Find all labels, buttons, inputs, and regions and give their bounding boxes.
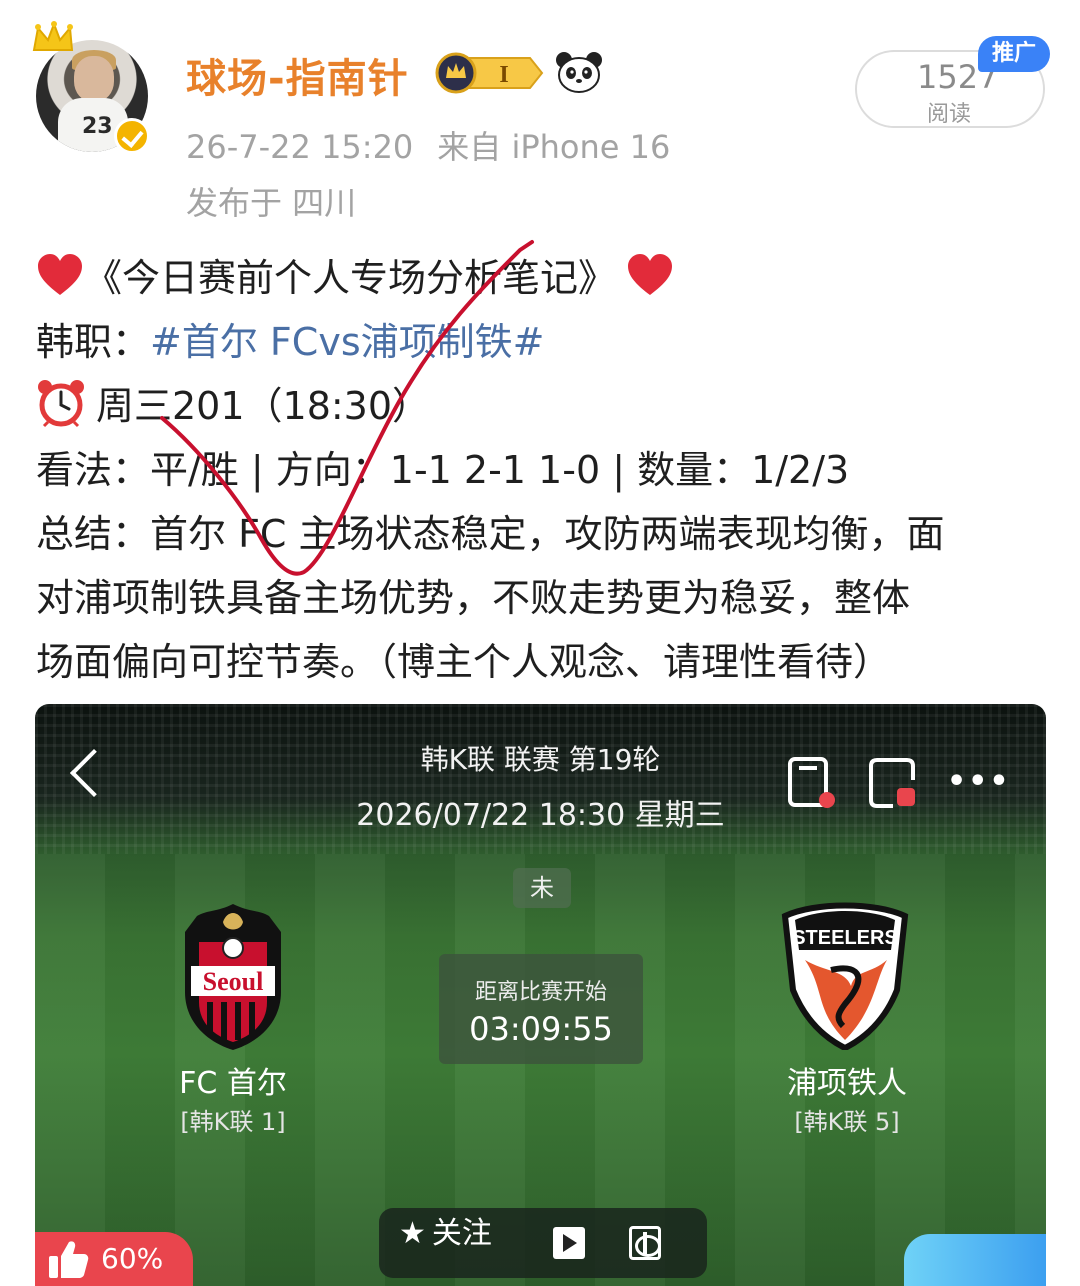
countdown-box: 距离比赛开始 03:09:55 [439, 954, 643, 1064]
promo-tag[interactable]: 推广 [978, 36, 1050, 72]
away-logo-text: STEELERS [792, 927, 898, 949]
post-location: 发布于 四川 [186, 184, 357, 222]
match-time: 周三201（18:30） [96, 384, 431, 428]
level-badge-text: I [499, 62, 508, 88]
summary-line-1: 总结：首尔 FC 主场状态稳定，攻防两端表现均衡，面 [36, 512, 945, 556]
alarm-clock-icon [38, 380, 84, 428]
like-percent: 60% [101, 1242, 164, 1275]
more-icon[interactable]: ••• [947, 764, 1011, 799]
action-chip[interactable] [904, 1234, 1046, 1286]
star-icon: ★ [399, 1216, 426, 1251]
away-team-name[interactable]: 浦项铁人 [737, 1058, 957, 1102]
heart-icon [628, 254, 673, 295]
pohang-steelers-logo: STEELERS [781, 902, 909, 1050]
share-icon[interactable] [629, 1226, 661, 1260]
match-status: 未 [513, 868, 571, 908]
summary-line-3: 场面偏向可控节奏。（博主个人观念、请理性看待） [36, 640, 892, 684]
match-time-line: 周三201（18:30） [36, 374, 1056, 438]
level-badge-icon: I [435, 52, 544, 94]
league-prefix: 韩职： [36, 320, 151, 364]
countdown-label: 距离比赛开始 [474, 980, 607, 1005]
post-body: 《今日赛前个人专场分析笔记》 韩职：#首尔 FCvs浦项制铁# 周三201（18… [36, 246, 1056, 694]
away-team-rank: [韩K联 5] [794, 1108, 900, 1136]
card-action-bar: ★ 关注 [379, 1208, 707, 1278]
phone-icon[interactable] [787, 756, 837, 810]
read-label: 阅读 [927, 102, 972, 127]
panda-icon [556, 52, 602, 93]
league-line: 韩职：#首尔 FCvs浦项制铁# [36, 310, 1056, 374]
home-logo-text: Seoul [203, 967, 264, 996]
summary-line-2: 对浦项制铁具备主场优势，不败走势更为稳妥，整体 [36, 576, 911, 620]
verified-icon [114, 118, 150, 154]
follow-button[interactable]: ★ 关注 [399, 1208, 492, 1278]
username[interactable]: 球场-指南针 [186, 46, 409, 104]
heart-icon [38, 254, 82, 295]
home-team-name[interactable]: FC 首尔 [123, 1058, 343, 1102]
post-title: 《今日赛前个人专场分析笔记》 [84, 256, 617, 300]
post-meta: 26-7-22 15:20 来自 iPhone 16 [186, 122, 670, 168]
match-hashtag[interactable]: #首尔 FCvs浦项制铁# [150, 320, 544, 364]
follow-label: 关注 [431, 1216, 492, 1251]
home-team-rank: [韩K联 1] [180, 1108, 286, 1136]
like-chip[interactable]: 60% [35, 1232, 193, 1286]
fc-seoul-logo: Seoul [185, 904, 281, 1050]
play-icon[interactable] [553, 1227, 585, 1259]
crown-icon [32, 21, 74, 51]
view-line: 看法：平/胜 | 方向：1-1 2-1 1-0 | 数量：1/2/3 [36, 448, 850, 492]
post-title-line: 《今日赛前个人专场分析笔记》 [36, 246, 1056, 310]
post-source: 来自 iPhone 16 [437, 128, 671, 166]
window-icon[interactable] [867, 756, 917, 810]
match-card-image[interactable]: 韩K联 联赛 第19轮 2026/07/22 18:30 星期三 ••• 未 S… [35, 704, 1046, 1286]
thumbs-up-icon [49, 1241, 89, 1278]
countdown-time: 03:09:55 [469, 1010, 613, 1048]
post-timestamp: 26-7-22 15:20 [186, 128, 414, 166]
